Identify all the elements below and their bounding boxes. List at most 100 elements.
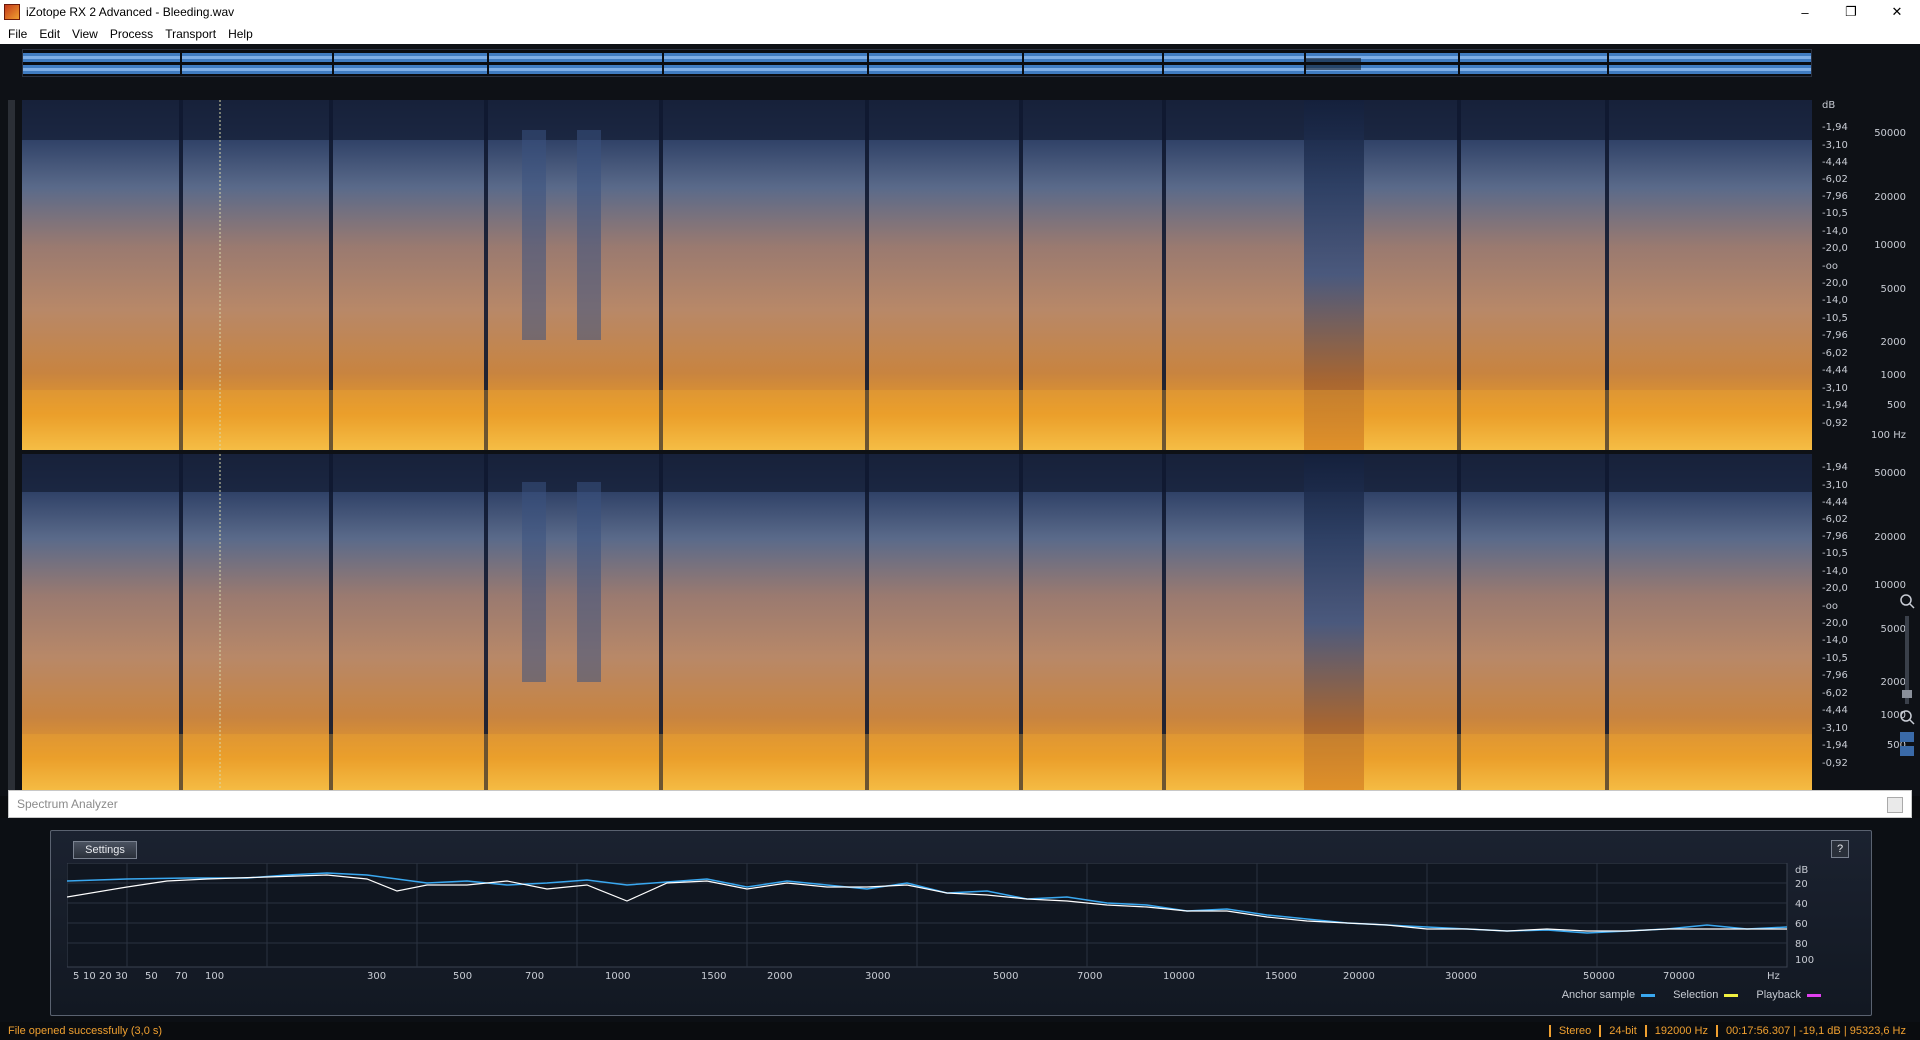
db-tick: -3,10 [1822,723,1848,734]
spectrum-freq-tick: 500 [453,971,472,981]
db-tick: -3,10 [1822,480,1848,491]
spectrum-plot[interactable]: 5 10 20 30 50 70 100 300 500 700 1000 15… [67,863,1857,981]
menu-view[interactable]: View [66,27,104,41]
db-tick: -14,0 [1822,635,1848,646]
db-tick: -oo [1822,601,1839,612]
legend-swatch [1807,993,1821,997]
maximize-button[interactable]: ❐ [1828,0,1874,24]
legend-swatch [1724,993,1739,997]
title-bar: iZotope RX 2 Advanced - Bleeding.wav – ❐… [0,0,1920,24]
spectrum-freq-tick: 300 [367,971,386,981]
spectrum-freq-tick: 20 [99,971,112,981]
spectrogram-image [22,454,1812,792]
settings-button[interactable]: Settings [73,841,137,859]
db-tick: -6,02 [1822,348,1848,359]
spectrum-freq-tick: 15000 [1265,971,1297,981]
spectrum-analyzer-panel: Settings ? 5 10 20 30 50 70 100 300 500 … [0,818,1920,1022]
spectrum-freq-tick: 7000 [1077,971,1102,981]
db-tick: -3,10 [1822,140,1848,151]
status-message: File opened successfully (3,0 s) [8,1025,163,1037]
spectrum-freq-tick: 50000 [1583,971,1615,981]
spectrum-db-label: dB [1795,865,1808,876]
hz-tick: 10000 [1874,580,1906,591]
db-tick: -10,5 [1822,548,1848,559]
legend-swatch [1641,993,1656,997]
status-bar: File opened successfully (3,0 s) Stereo … [0,1022,1920,1040]
db-scale-label: dB [1822,100,1836,111]
db-tick: -20,0 [1822,618,1848,629]
spectrum-freq-tick: 10000 [1163,971,1195,981]
minimize-button[interactable]: – [1782,0,1828,24]
db-tick: -4,44 [1822,705,1848,716]
spectrum-freq-tick: 1500 [701,971,726,981]
hz-tick: 50000 [1874,468,1906,479]
spectrogram-channel-1[interactable] [22,100,1812,450]
panel-close-icon[interactable] [1887,797,1903,813]
help-button[interactable]: ? [1831,840,1849,858]
spectrum-freq-tick: 30 [115,971,128,981]
db-tick: -3,10 [1822,383,1848,394]
spectrum-freq-tick: 5000 [993,971,1018,981]
spectrum-legend: Anchor sample Selection Playback [1562,989,1821,1001]
db-tick: -10,5 [1822,208,1848,219]
spectrum-freq-tick: 70000 [1663,971,1695,981]
zoom-out-icon[interactable] [1900,710,1915,725]
overview-waveform [23,50,1811,76]
db-tick: -7,96 [1822,191,1848,202]
waveform-overview[interactable] [22,49,1812,77]
status-cursor-readout: 00:17:56.307 | -19,1 dB | 95323,6 Hz [1715,1025,1914,1037]
db-tick: -6,02 [1822,514,1848,525]
menu-file[interactable]: File [2,27,33,41]
menu-bar: File Edit View Process Transport Help [0,24,1920,44]
spectrum-freq-tick: 10 [83,971,96,981]
spectrum-analyzer-frame: Settings ? 5 10 20 30 50 70 100 300 500 … [50,830,1872,1016]
db-tick: -4,44 [1822,365,1848,376]
hz-tick: 100 Hz [1870,430,1906,441]
window-title: iZotope RX 2 Advanced - Bleeding.wav [26,5,235,19]
db-tick: -14,0 [1822,295,1848,306]
editor-area: dB -1,94 -3,10 -4,44 -6,02 -7,96 -10,5 -… [0,44,1920,796]
spectrum-db-tick: 20 [1795,879,1808,890]
db-tick: -1,94 [1822,122,1848,133]
spectrum-db-tick: 100 [1795,955,1814,966]
db-tick: -6,02 [1822,174,1848,185]
hz-tick: 2000 [1880,337,1906,348]
spectrum-freq-tick: 50 [145,971,158,981]
legend-label: Anchor sample [1561,989,1636,1001]
hz-tick: 50000 [1874,128,1906,139]
spectrum-freq-tick: 100 [205,971,224,981]
db-tick: -14,0 [1822,226,1848,237]
hz-tick: 5000 [1880,284,1906,295]
menu-help[interactable]: Help [222,27,259,41]
spectrogram-channel-2[interactable] [22,454,1812,792]
zoom-toggle-icon[interactable] [1900,732,1914,742]
menu-transport[interactable]: Transport [159,27,222,41]
zoom-controls [1896,592,1918,792]
db-tick: -14,0 [1822,566,1848,577]
db-tick: -oo [1822,261,1839,272]
db-tick: -1,94 [1822,400,1848,411]
spectrum-analyzer-title: Spectrum Analyzer [17,797,118,811]
db-tick: -4,44 [1822,497,1848,508]
db-tick: -20,0 [1822,243,1848,254]
zoom-reset-icon[interactable] [1900,746,1914,756]
zoom-slider-thumb[interactable] [1902,690,1912,698]
status-bit-depth: 24-bit [1599,1025,1645,1037]
legend-label: Playback [1756,989,1801,1001]
close-button[interactable]: ✕ [1874,0,1920,24]
db-tick: -6,02 [1822,688,1848,699]
spectrum-freq-tick: 3000 [865,971,890,981]
hz-tick: 500 [1886,400,1906,411]
db-tick: -1,94 [1822,462,1848,473]
menu-process[interactable]: Process [104,27,159,41]
legend-label: Selection [1673,989,1719,1001]
db-tick: -20,0 [1822,583,1848,594]
menu-edit[interactable]: Edit [33,27,66,41]
zoom-in-icon[interactable] [1900,594,1915,609]
status-channels: Stereo [1548,1025,1599,1037]
spectrum-freq-tick: 5 [73,971,79,981]
spectrum-freq-tick: 700 [525,971,544,981]
db-tick: -10,5 [1822,653,1848,664]
db-tick: -7,96 [1822,531,1848,542]
legend-anchor-sample: Anchor sample [1561,989,1656,1001]
